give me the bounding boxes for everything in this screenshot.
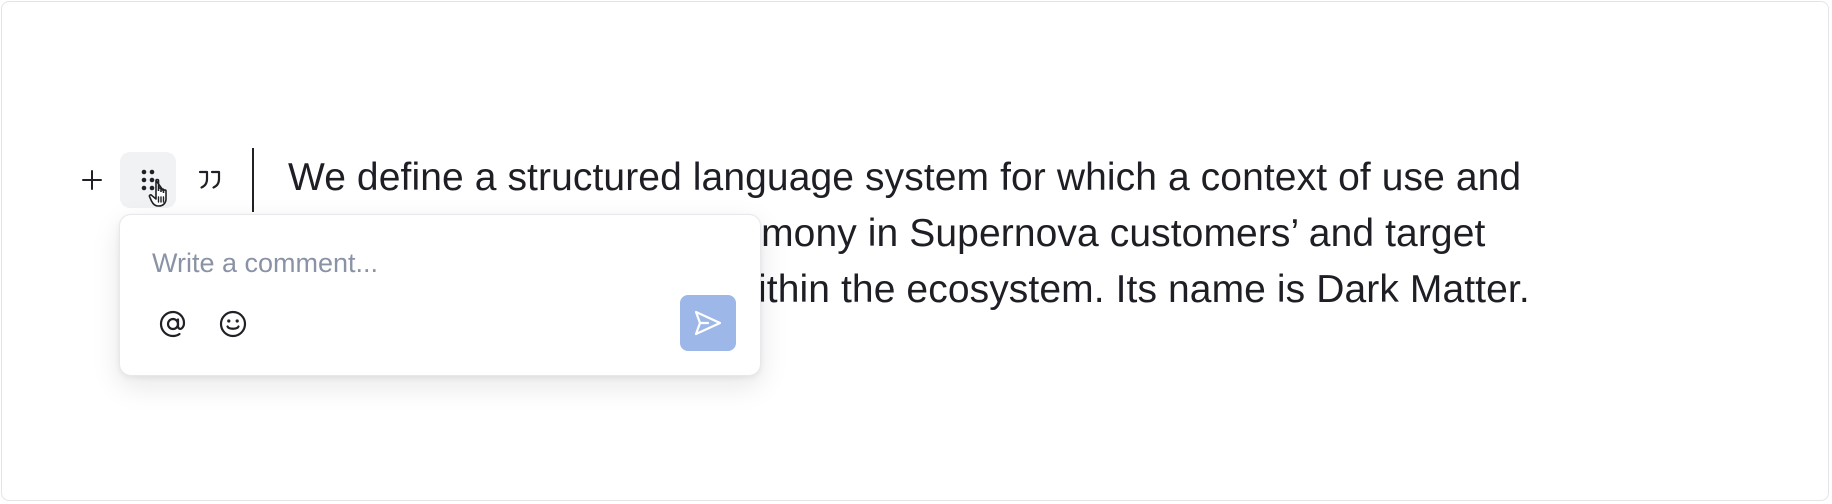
quote-icon [198, 170, 221, 189]
send-icon [694, 310, 722, 336]
emoji-icon [219, 310, 247, 338]
comment-input[interactable] [152, 243, 712, 283]
plus-icon [82, 170, 102, 190]
drag-handle-button[interactable] [120, 152, 176, 208]
quote-button[interactable] [182, 152, 238, 208]
block-toolbar [70, 148, 254, 212]
emoji-button[interactable] [216, 307, 250, 341]
comment-actions [156, 307, 250, 341]
paragraph-line-1: We define a structured language system f… [288, 156, 1522, 199]
at-mention-icon [159, 310, 186, 338]
toolbar-divider [252, 148, 254, 212]
add-block-button[interactable] [70, 152, 114, 208]
pointer-hand-icon [148, 178, 167, 207]
mention-button[interactable] [156, 307, 190, 341]
comment-popover [119, 214, 761, 376]
send-comment-button[interactable] [680, 295, 736, 351]
